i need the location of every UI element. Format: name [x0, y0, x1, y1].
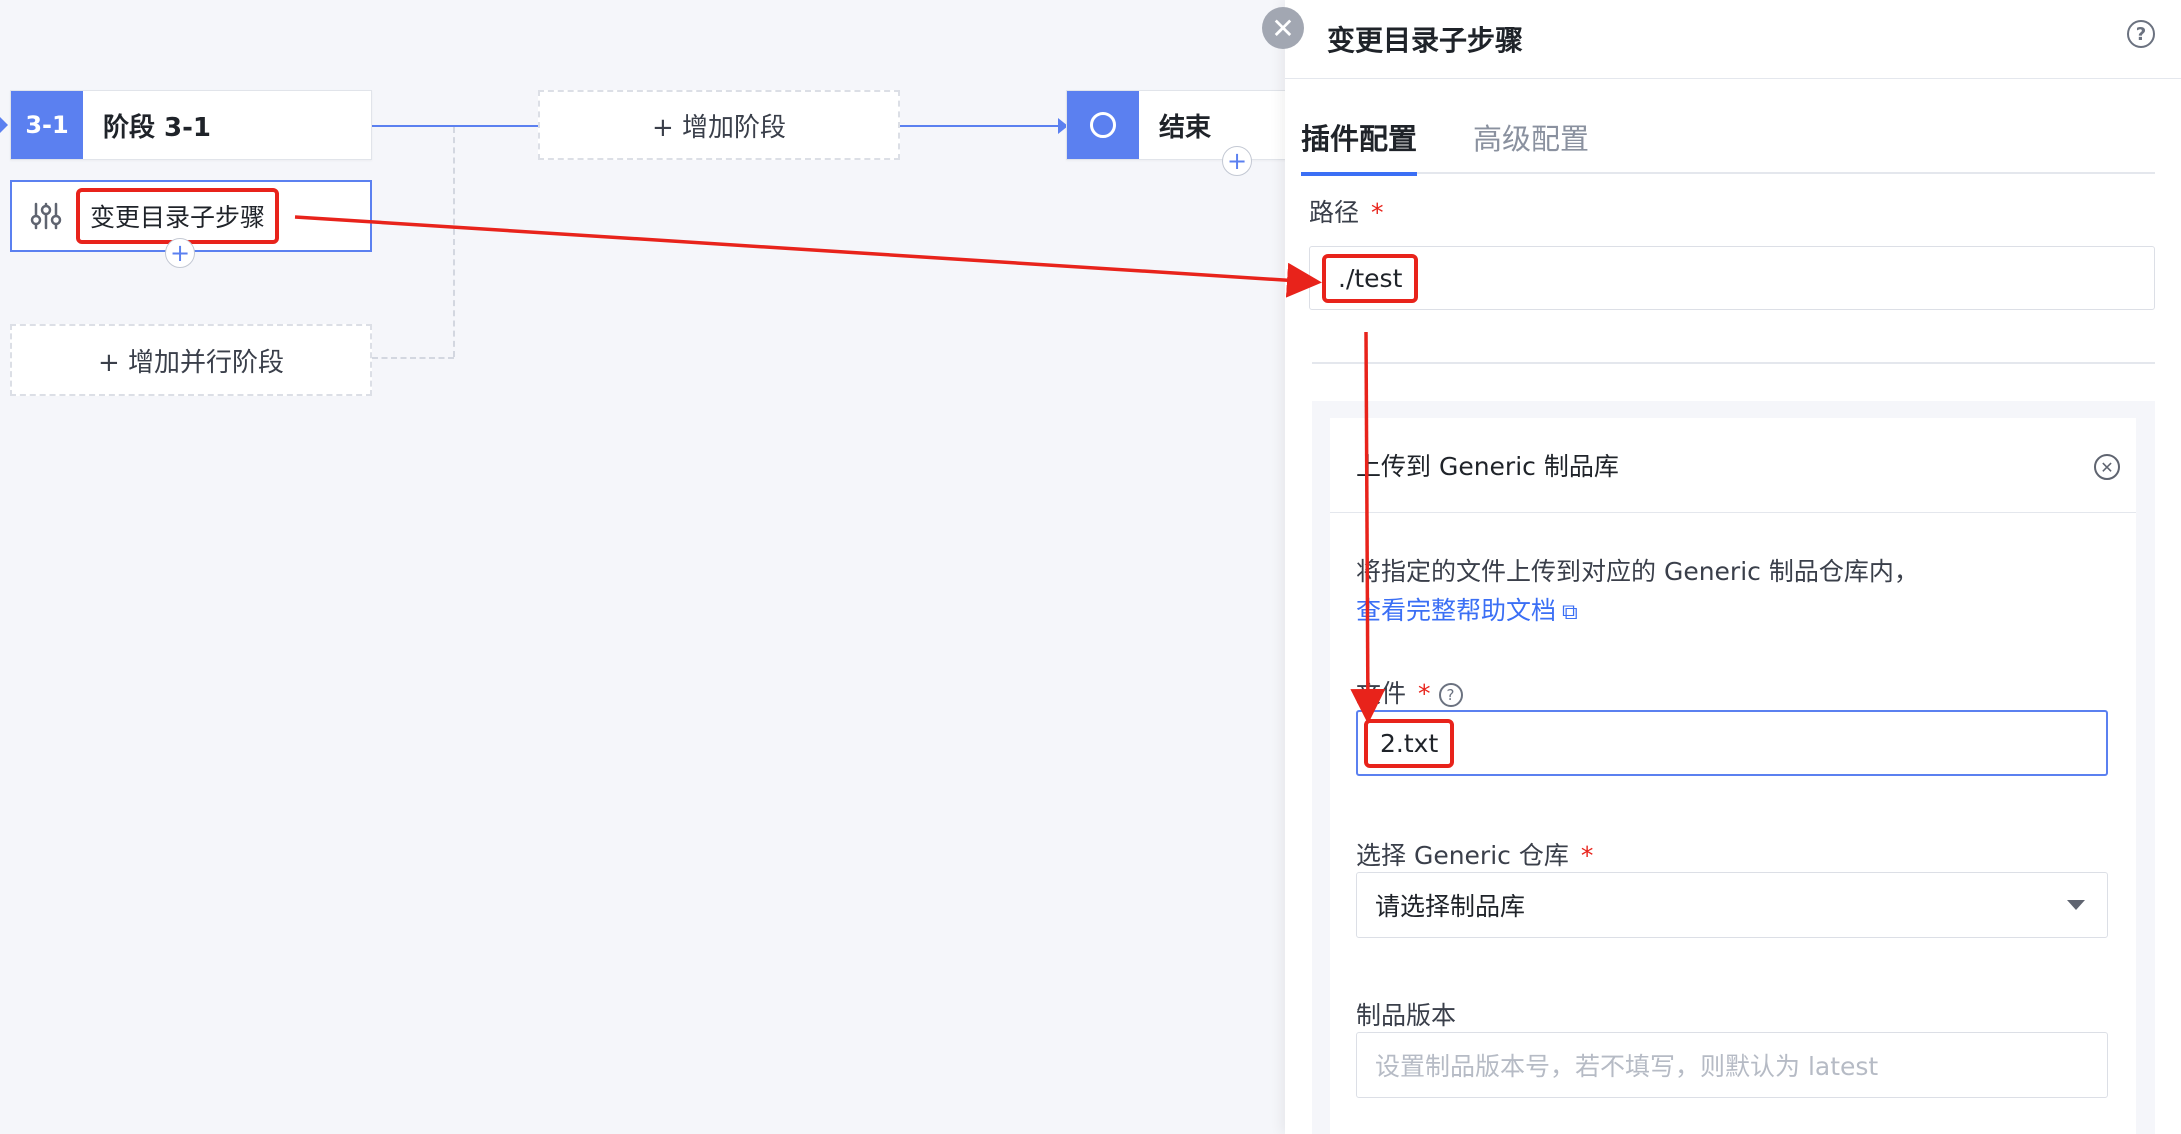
help-icon[interactable]: ?: [1438, 683, 1463, 707]
add-stage-button[interactable]: + 增加阶段: [538, 90, 900, 160]
required-mark: *: [1371, 198, 1384, 227]
end-title: 结束: [1159, 112, 1212, 143]
plugin-card: 上传到 Generic 制品库 ✕ 将指定的文件上传到对应的 Generic 制…: [1330, 418, 2136, 1134]
sliders-icon: [30, 202, 62, 230]
config-tabs: 插件配置 高级配置: [1301, 116, 2155, 176]
step-config-drawer: 变更目录子步骤 ? 插件配置 高级配置 路径 * ./test 上传到 Gener…: [1285, 0, 2181, 1134]
file-label: 文件 *?: [1356, 674, 1463, 710]
step-label: 变更目录子步骤: [76, 188, 280, 244]
file-value: 2.txt: [1364, 718, 1455, 768]
tab-plugin-config[interactable]: 插件配置: [1301, 116, 1418, 176]
tab-advanced-config[interactable]: 高级配置: [1473, 116, 1589, 174]
plugin-description: 将指定的文件上传到对应的 Generic 制品仓库内，: [1356, 557, 1919, 586]
step-card[interactable]: 变更目录子步骤: [10, 180, 372, 252]
version-input[interactable]: 设置制品版本号，若不填写，则默认为 latest: [1356, 1032, 2108, 1098]
required-mark: *: [1418, 679, 1431, 708]
add-parallel-stage-button[interactable]: + 增加并行阶段: [10, 324, 372, 396]
version-placeholder: 设置制品版本号，若不填写，则默认为 latest: [1375, 1052, 1879, 1081]
stage-badge: 3-1: [11, 91, 83, 159]
plugin-header: 上传到 Generic 制品库 ✕: [1330, 418, 2136, 513]
drawer-title: 变更目录子步骤: [1327, 24, 1524, 57]
remove-plugin-icon[interactable]: ✕: [2094, 454, 2120, 480]
add-step-button[interactable]: +: [165, 238, 195, 268]
parallel-connector: [453, 127, 455, 357]
drawer-header: 变更目录子步骤 ?: [1285, 0, 2181, 79]
close-icon[interactable]: ✕: [1262, 7, 1304, 49]
connector-line: [900, 125, 1066, 127]
end-card[interactable]: 结束: [1066, 90, 1296, 160]
repo-select-value: 请选择制品库: [1375, 892, 1526, 921]
version-label: 制品版本: [1356, 1001, 1457, 1030]
external-link-icon: ⧉: [1562, 600, 1578, 625]
path-label: 路径 *: [1309, 198, 1384, 227]
plugin-name: 上传到 Generic 制品库: [1356, 452, 1619, 481]
arrow-in-icon: [0, 117, 8, 133]
stage-title: 阶段 3-1: [103, 112, 212, 143]
divider: [1312, 362, 2155, 364]
repo-select[interactable]: 请选择制品库: [1356, 872, 2108, 938]
help-icon[interactable]: ?: [2127, 20, 2155, 48]
help-doc-link[interactable]: 查看完整帮助文档 ⧉: [1356, 591, 1578, 627]
add-after-end-button[interactable]: +: [1222, 146, 1252, 176]
required-mark: *: [1580, 841, 1594, 870]
caret-down-icon: [2067, 900, 2085, 910]
file-input[interactable]: 2.txt: [1356, 710, 2108, 776]
parallel-connector: [372, 357, 454, 359]
end-circle-icon: [1067, 91, 1139, 159]
stage-card[interactable]: 3-1 阶段 3-1: [10, 90, 372, 160]
connector-line: [372, 125, 538, 127]
path-input[interactable]: ./test: [1309, 246, 2155, 310]
path-value: ./test: [1322, 253, 1419, 303]
repo-label: 选择 Generic 仓库 *: [1356, 841, 1594, 870]
pipeline-canvas: 3-1 阶段 3-1 变更目录子步骤 + + 增加阶段 + 增加并行阶段 结束 …: [0, 0, 1296, 1134]
